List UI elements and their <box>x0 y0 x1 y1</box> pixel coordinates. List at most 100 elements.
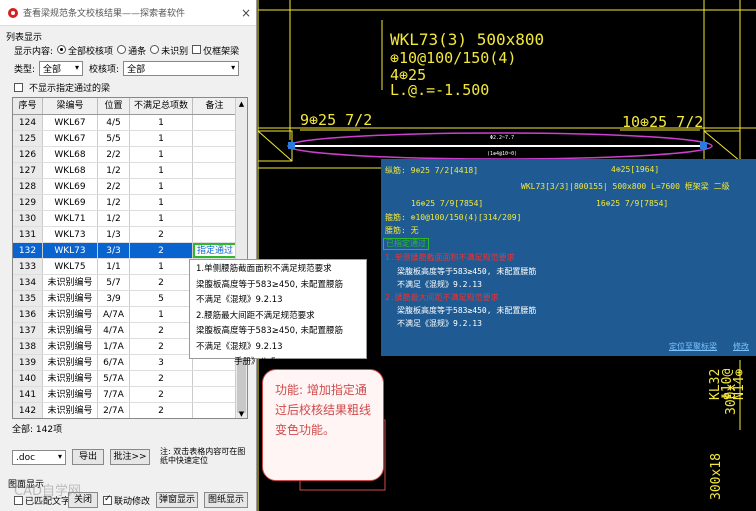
cell-beam-id: 未识别编号 <box>43 387 98 402</box>
cell-beam-id: WKL67 <box>43 131 98 146</box>
tooltip-line: 1.单侧腰筋截面面积不满足规范要求 <box>196 264 332 274</box>
cell-position: 5/7A <box>98 371 130 386</box>
total-count: 全部: 142项 <box>12 425 63 435</box>
cell-note <box>193 211 237 226</box>
popup-display-button[interactable]: 弹窗显示 <box>156 492 198 508</box>
close-icon[interactable]: × <box>236 6 256 20</box>
scroll-up-icon[interactable]: ▲ <box>236 98 247 110</box>
type-select[interactable]: 全部 <box>39 61 84 76</box>
cell-fail-count: 5 <box>130 291 193 306</box>
result-table[interactable]: 序号 梁编号 位置 不满足总项数 备注 124 WKL67 4/5 1 125 WKL67… <box>12 97 248 419</box>
cell-fail-count: 2 <box>130 275 193 290</box>
type-row: 类型: 全部 校核项: 全部 <box>14 61 240 76</box>
cell-beam-id: WKL68 <box>43 163 98 178</box>
drawing-display-button[interactable]: 图纸显示 <box>204 492 248 508</box>
table-row[interactable]: 140 未识别编号 5/7A 2 <box>13 371 247 387</box>
linkage-checkbox[interactable]: 联动修改 <box>103 494 150 507</box>
cell-position: 4/5 <box>98 115 130 130</box>
cell-index: 130 <box>13 211 43 226</box>
table-row[interactable]: 130 WKL71 1/2 1 <box>13 211 247 227</box>
cell-fail-count: 2 <box>130 371 193 386</box>
cell-position: 2/7A <box>98 403 130 418</box>
scroll-down-icon[interactable]: ▼ <box>236 410 247 418</box>
info-waist-bar: 腰筋: 无 <box>385 226 419 235</box>
col-beam-id-header[interactable]: 梁编号 <box>43 98 98 114</box>
cell-note <box>193 387 237 402</box>
radio-unrecognized[interactable]: 未识别 <box>150 44 188 57</box>
info-top-bar: 4⊕25[1964] <box>611 165 660 174</box>
cell-position: 1/2 <box>98 211 130 226</box>
radio-all[interactable]: 全部校核项 <box>57 44 113 57</box>
cell-position: 3/3 <box>98 243 130 258</box>
table-row[interactable]: 142 未识别编号 2/7A 2 <box>13 403 247 418</box>
table-row[interactable]: 126 WKL68 2/2 1 <box>13 147 247 163</box>
table-header: 序号 梁编号 位置 不满足总项数 备注 <box>13 98 247 115</box>
feature-callout: 功能: 增加指定通过后校核结果粗线变色功能。 <box>262 369 384 481</box>
table-row[interactable]: 124 WKL67 4/5 1 <box>13 115 247 131</box>
cell-position: 3/9 <box>98 291 130 306</box>
cell-fail-count: 1 <box>130 195 193 210</box>
double-click-hint: 注: 双击表格内容可在图纸中快速定位 <box>160 447 246 465</box>
table-row[interactable]: 132 WKL73 3/3 2 指定通过 <box>13 243 247 259</box>
cell-fail-count: 1 <box>130 147 193 162</box>
col-fail-count-header[interactable]: 不满足总项数 <box>130 98 193 114</box>
annotate-button[interactable]: 批注>> <box>110 449 150 465</box>
cell-beam-id: WKL75 <box>43 259 98 274</box>
checkbox-icon <box>14 83 23 92</box>
col-note-header[interactable]: 备注 <box>193 98 237 114</box>
table-row[interactable]: 141 未识别编号 7/7A 2 <box>13 387 247 403</box>
watermark-text: CAD自学网 <box>14 484 81 499</box>
modify-link[interactable]: 修改 <box>733 341 749 352</box>
radio-unrecognized-label: 未识别 <box>161 47 189 57</box>
linkage-label: 联动修改 <box>114 497 151 507</box>
table-row[interactable]: 131 WKL73 1/3 2 <box>13 227 247 243</box>
format-select[interactable]: .doc <box>12 450 66 465</box>
dialog-titlebar[interactable]: 查看梁规范条文校核结果——探索者软件 × <box>0 0 256 26</box>
cell-fail-count: 1 <box>130 307 193 322</box>
hide-passed-checkbox[interactable]: 不显示指定通过的梁 <box>14 81 110 94</box>
beam-info-panel[interactable]: 纵筋: 9⊕25 7/2[4418] 4⊕25[1964] WKL73[3/3]… <box>381 159 756 356</box>
cell-note <box>193 179 237 194</box>
export-button[interactable]: 导出 <box>72 449 104 465</box>
cell-index: 129 <box>13 195 43 210</box>
cell-note <box>193 163 237 178</box>
cell-position: 4/7A <box>98 323 130 338</box>
cell-fail-count: 2 <box>130 227 193 242</box>
only-frame-checkbox[interactable]: 仅框架梁 <box>192 44 239 57</box>
table-row[interactable]: 127 WKL68 1/2 1 <box>13 163 247 179</box>
table-row[interactable]: 125 WKL67 5/5 1 <box>13 131 247 147</box>
display-content-row: 显示内容: 全部校核项 通条 未识别 仅框架梁 <box>14 44 239 57</box>
table-row[interactable]: 128 WKL69 2/2 1 <box>13 179 247 195</box>
cell-index: 133 <box>13 259 43 274</box>
info-error-2-detail: 梁腹板高度等于583≥450, 未配置腰筋 <box>397 306 537 315</box>
cell-index: 138 <box>13 339 43 354</box>
cell-beam-id: 未识别编号 <box>43 275 98 290</box>
radio-through[interactable]: 通条 <box>117 44 146 57</box>
radio-through-label: 通条 <box>128 47 147 57</box>
check-item-select[interactable]: 全部 <box>123 61 240 76</box>
cell-beam-id: 未识别编号 <box>43 355 98 370</box>
table-row[interactable]: 129 WKL69 1/2 1 <box>13 195 247 211</box>
locate-beam-link[interactable]: 定位至聚标梁 <box>669 341 717 352</box>
col-position-header[interactable]: 位置 <box>98 98 130 114</box>
cell-note <box>193 227 237 242</box>
cell-position: 1/3 <box>98 227 130 242</box>
radio-all-label: 全部校核项 <box>68 47 114 57</box>
cell-beam-id: 未识别编号 <box>43 371 98 386</box>
cell-index: 142 <box>13 403 43 418</box>
cell-note <box>193 403 237 418</box>
cad-mid-label-2: (1⊕4@10~0) <box>487 151 517 157</box>
cell-beam-id: 未识别编号 <box>43 307 98 322</box>
app-logo-icon <box>8 7 18 18</box>
cell-beam-id: WKL69 <box>43 179 98 194</box>
check-result-dialog[interactable]: 查看梁规范条文校核结果——探索者软件 × 列表显示 显示内容: 全部校核项 通条… <box>0 0 257 511</box>
cad-right-bar: 10⊕25 7/2 <box>622 113 703 131</box>
col-index-header[interactable]: 序号 <box>13 98 43 114</box>
cell-index: 127 <box>13 163 43 178</box>
display-content-label: 显示内容: <box>14 47 54 57</box>
info-error-1-rule: 不满足《混规》9.2.13 <box>397 280 482 289</box>
cell-beam-id: WKL71 <box>43 211 98 226</box>
info-error-2-rule: 不满足《混规》9.2.13 <box>397 319 482 328</box>
cell-index: 135 <box>13 291 43 306</box>
cell-position: 6/7A <box>98 355 130 370</box>
